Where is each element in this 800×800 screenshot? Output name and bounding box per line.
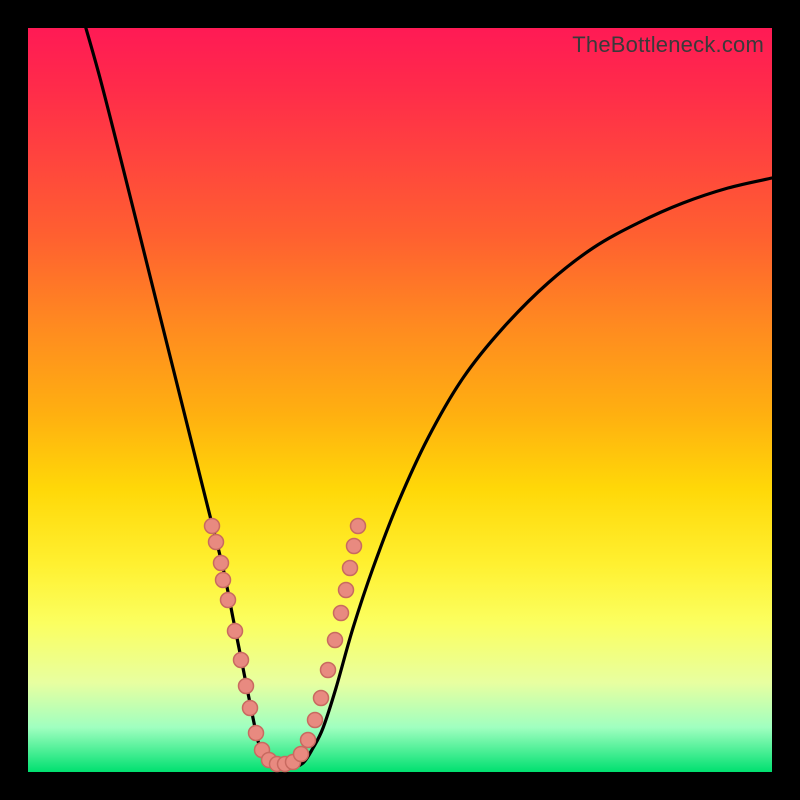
data-dot [205,519,220,534]
data-dot [209,535,224,550]
data-dot [301,733,316,748]
data-dot [308,713,323,728]
data-dots [205,519,366,772]
data-dot [239,679,254,694]
bottleneck-curve [83,18,772,769]
data-dot [243,701,258,716]
data-dot [214,556,229,571]
data-dot [221,593,236,608]
data-dot [294,747,309,762]
data-dot [216,573,231,588]
curve-svg [28,28,772,772]
data-dot [314,691,329,706]
data-dot [328,633,343,648]
data-dot [343,561,358,576]
data-dot [339,583,354,598]
data-dot [228,624,243,639]
data-dot [321,663,336,678]
chart-frame: TheBottleneck.com [0,0,800,800]
data-dot [351,519,366,534]
data-dot [334,606,349,621]
data-dot [234,653,249,668]
data-dot [347,539,362,554]
data-dot [249,726,264,741]
plot-area: TheBottleneck.com [28,28,772,772]
